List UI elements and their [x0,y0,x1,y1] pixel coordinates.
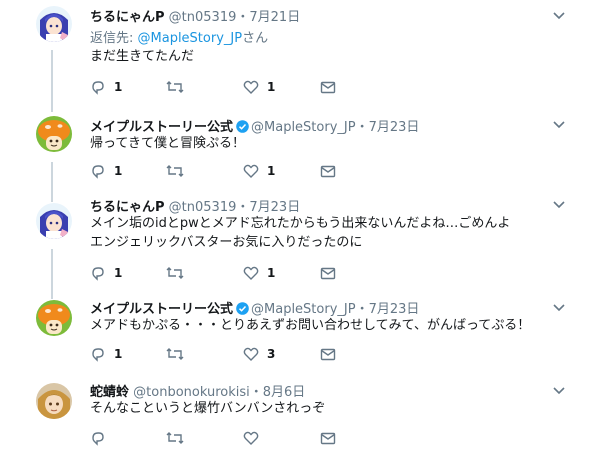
heart-icon [243,164,259,178]
tweet-date[interactable]: 7月23日 [369,302,420,317]
verified-badge-icon [236,302,249,315]
tweet-actions [90,430,350,446]
tweet-actions: 1 1 [90,163,350,179]
heart-icon [243,266,259,280]
chevron-down-icon[interactable] [553,387,565,395]
tweet-line: メイン垢のidとpwとメアド忘れたからもう出来ないんだよね…ごめんよ [90,216,511,231]
retweet-icon [166,348,184,360]
tweet-line: そんなこというと爆竹バンバンされっぞ [90,401,326,416]
display-name[interactable]: メイプルストーリー公式 [90,302,233,317]
display-name[interactable]: ちるにゃんP [90,200,165,215]
tweet-line: メアドもかぷる・・・とりあえずお問い合わせしてみて、がんばってぷる！ [90,318,531,333]
tweet-text: メイン垢のidとpwとメアド忘れたからもう出来ないんだよね…ごめんよ エンジェリ… [90,214,510,252]
envelope-icon [320,165,336,178]
retweet-icon [166,432,184,444]
reply-icon [92,165,104,179]
replying-suffix: さん [242,31,269,46]
reply-icon [92,348,104,362]
heart-icon [243,80,259,94]
retweet-icon [166,81,184,93]
thread-line [51,162,53,202]
tweet-date[interactable]: 8月6日 [263,385,306,400]
separator: ・ [355,120,369,135]
chevron-down-icon[interactable] [553,121,565,129]
like-count: 3 [267,347,276,361]
user-handle[interactable]: @MapleStory_JP [251,120,356,135]
thread-line [51,50,53,112]
tweet-line: エンジェリックバスターお気に入りだったのに [90,235,363,250]
tweet-text: 帰ってきて僕と冒険ぷる！ [90,134,245,153]
envelope-icon [320,81,336,94]
separator: ・ [249,385,263,400]
user-handle[interactable]: @MapleStory_JP [251,302,356,317]
anime-girl-avatar[interactable] [36,6,72,42]
reply-count: 1 [114,266,123,280]
heart-icon [243,347,259,361]
tweet-date[interactable]: 7月21日 [249,10,300,25]
envelope-icon [320,348,336,361]
tweet-text: そんなこというと爆竹バンバンされっぞ [90,399,325,418]
tweet-header: メイプルストーリー公式 @MapleStory_JP・7月23日 [90,298,419,317]
separator: ・ [236,10,250,25]
reply-count: 1 [114,80,123,94]
tweet-header: メイプルストーリー公式 @MapleStory_JP・7月23日 [90,116,419,135]
reply-count: 1 [114,347,123,361]
chevron-down-icon[interactable] [553,201,565,209]
replying-to: 返信先: @MapleStory_JPさん [90,27,268,46]
envelope-icon [320,432,336,445]
blonde-girl-avatar[interactable] [36,383,72,419]
envelope-icon [320,267,336,280]
mushroom-avatar[interactable] [36,300,72,336]
display-name[interactable]: メイプルストーリー公式 [90,120,233,135]
retweet-icon [166,267,184,279]
reply-icon [92,81,104,95]
separator: ・ [236,200,250,215]
reply-count: 1 [114,164,123,178]
tweet-header: 蛇蜻蛉 @tonbonokurokisi・8月6日 [90,381,305,400]
mushroom-avatar[interactable] [36,116,72,152]
thread-line [51,249,53,299]
tweet-line: まだ生きてたんだ [90,49,195,64]
tweet-date[interactable]: 7月23日 [249,200,300,215]
display-name[interactable]: 蛇蜻蛉 [90,385,129,400]
like-count: 1 [267,266,276,280]
verified-badge-icon [236,120,249,133]
reply-icon [92,267,104,281]
tweet-actions: 1 1 [90,265,350,281]
chevron-down-icon[interactable] [553,304,565,312]
tweet-text: まだ生きてたんだ [90,47,194,66]
tweet-actions: 1 3 [90,346,350,362]
tweet-header: ちるにゃんP @tn05319・7月21日 [90,6,300,25]
user-handle[interactable]: @tonbonokurokisi [133,385,250,400]
display-name[interactable]: ちるにゃんP [90,10,165,25]
tweet-text: メアドもかぷる・・・とりあえずお問い合わせしてみて、がんばってぷる！ [90,316,530,335]
like-count: 1 [267,164,276,178]
tweet-actions: 1 1 [90,79,350,95]
user-handle[interactable]: @tn05319 [169,10,237,25]
tweet-line: 帰ってきて僕と冒険ぷる！ [90,136,245,151]
chevron-down-icon[interactable] [553,12,565,20]
anime-girl-avatar[interactable] [36,203,72,239]
reply-icon [92,432,104,446]
heart-icon [243,431,259,445]
mention-link[interactable]: @MapleStory_JP [138,31,243,46]
user-handle[interactable]: @tn05319 [169,200,237,215]
separator: ・ [355,302,369,317]
tweet-date[interactable]: 7月23日 [369,120,420,135]
replying-prefix: 返信先: [90,31,138,46]
like-count: 1 [267,80,276,94]
retweet-icon [166,165,184,177]
tweet-header: ちるにゃんP @tn05319・7月23日 [90,196,300,215]
